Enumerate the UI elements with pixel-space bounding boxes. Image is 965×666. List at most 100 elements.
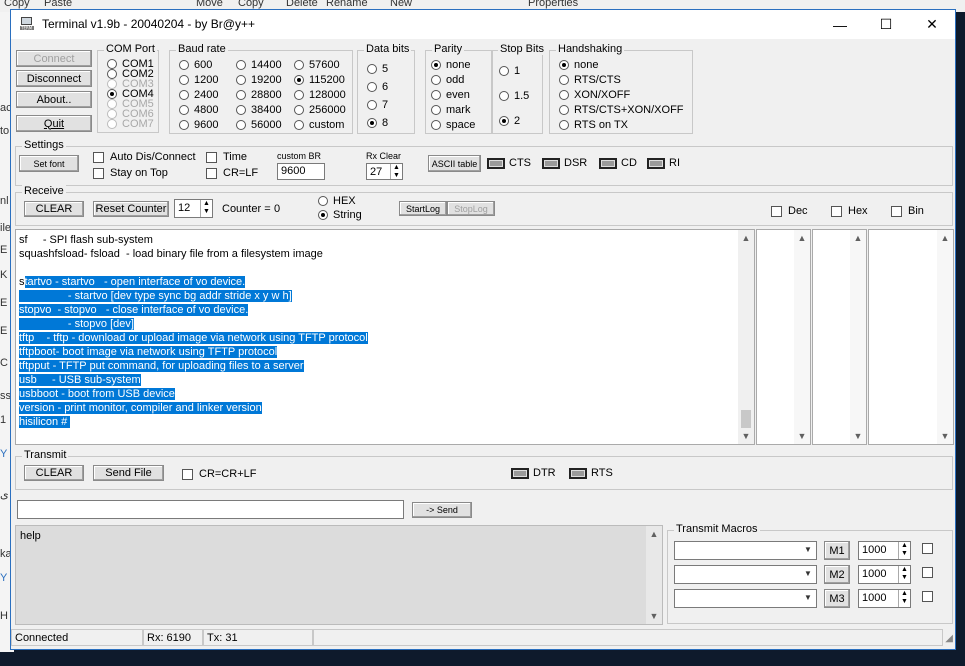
macro-combo-3[interactable]: ▼ — [674, 589, 817, 608]
baud-38400-radio[interactable]: 38400 — [236, 104, 282, 116]
resize-grip-icon[interactable]: ◢ — [945, 633, 953, 644]
baud-9600-radio[interactable]: 9600 — [179, 119, 218, 131]
maximize-button[interactable]: ☐ — [863, 10, 909, 39]
handshake-rtscts-radio[interactable]: RTS/CTS — [559, 74, 621, 86]
macro-repeat-checkbox-2[interactable] — [922, 567, 939, 578]
scroll-up-icon[interactable]: ▲ — [794, 230, 810, 246]
data-bits-7-radio[interactable]: 7 — [367, 99, 388, 111]
macro-m1-button[interactable]: M1 — [824, 541, 850, 560]
scroll-up-icon[interactable]: ▲ — [937, 230, 953, 246]
quit-button[interactable]: Quit — [16, 115, 92, 132]
time-checkbox[interactable]: Time — [206, 151, 247, 163]
history-scrollbar[interactable]: ▲ ▼ — [646, 526, 662, 624]
receive-terminal[interactable]: sf - SPI flash sub-system squashfsload- f… — [15, 229, 755, 445]
baud-600-radio[interactable]: 600 — [179, 59, 212, 71]
macro-m3-button[interactable]: M3 — [824, 589, 850, 608]
baud-4800-radio[interactable]: 4800 — [179, 104, 218, 116]
parity-none-radio[interactable]: none — [431, 59, 470, 71]
scroll-down-icon[interactable]: ▼ — [794, 428, 810, 444]
transmit-input[interactable] — [17, 500, 404, 519]
macro-delay-3[interactable]: 1000 ▲ ▼ — [858, 589, 911, 608]
history-item[interactable]: help — [20, 530, 41, 542]
send-file-button[interactable]: Send File — [93, 465, 164, 481]
baud-128000-radio[interactable]: 128000 — [294, 89, 346, 101]
stop-log-button[interactable]: StopLog — [447, 201, 495, 216]
baud-19200-radio[interactable]: 19200 — [236, 74, 282, 86]
close-button[interactable]: ✕ — [909, 10, 955, 39]
macro-repeat-checkbox-3[interactable] — [922, 591, 939, 602]
receive-scrollbar[interactable]: ▲ ▼ — [738, 230, 754, 444]
baud-1200-radio[interactable]: 1200 — [179, 74, 218, 86]
baud-115200-radio[interactable]: 115200 — [294, 74, 345, 86]
bin-checkbox[interactable]: Bin — [891, 205, 924, 217]
disconnect-button[interactable]: Disconnect — [16, 70, 92, 87]
cr-lf-checkbox[interactable]: CR=LF — [206, 167, 258, 179]
transmit-clear-button[interactable]: CLEAR — [24, 465, 84, 481]
receive-clear-button[interactable]: CLEAR — [24, 201, 84, 217]
spin-arrows-icon[interactable]: ▲ ▼ — [390, 164, 402, 179]
data-bits-5-radio[interactable]: 5 — [367, 63, 388, 75]
spin-arrows-icon[interactable]: ▲ ▼ — [200, 200, 212, 217]
macro-repeat-checkbox-1[interactable] — [922, 543, 939, 554]
scroll-up-icon[interactable]: ▲ — [738, 230, 754, 246]
stop-bits-1-radio[interactable]: 1 — [499, 65, 520, 77]
handshake-rts-on-tx-radio[interactable]: RTS on TX — [559, 119, 628, 131]
parity-space-radio[interactable]: space — [431, 119, 475, 131]
scroll-thumb[interactable] — [741, 410, 751, 428]
hex-radio[interactable]: HEX — [318, 195, 356, 207]
com7-radio[interactable]: COM7 — [107, 118, 154, 130]
macro-delay-1[interactable]: 1000 ▲ ▼ — [858, 541, 911, 560]
spin-arrows-icon[interactable]: ▲ ▼ — [898, 590, 910, 607]
baud-28800-radio[interactable]: 28800 — [236, 89, 282, 101]
custom-br-input[interactable]: 9600 — [277, 163, 325, 180]
macro-delay-2[interactable]: 1000 ▲ ▼ — [858, 565, 911, 584]
start-log-button[interactable]: StartLog — [399, 201, 447, 216]
baud-57600-radio[interactable]: 57600 — [294, 59, 340, 71]
bin-pane[interactable]: ▲ ▼ — [868, 229, 954, 445]
cr-crlf-checkbox[interactable]: CR=CR+LF — [182, 468, 256, 480]
macro-combo-1[interactable]: ▼ — [674, 541, 817, 560]
data-bits-8-radio[interactable]: 8 — [367, 117, 388, 129]
parity-mark-radio[interactable]: mark — [431, 104, 470, 116]
baud-custom-radio[interactable]: custom — [294, 119, 344, 131]
dec-pane[interactable]: ▲ ▼ — [756, 229, 811, 445]
parity-even-radio[interactable]: even — [431, 89, 470, 101]
dtr-toggle[interactable]: DTR — [511, 467, 556, 479]
auto-disconnect-checkbox[interactable]: Auto Dis/Connect — [93, 151, 196, 163]
baud-256000-radio[interactable]: 256000 — [294, 104, 346, 116]
handshake-none-radio[interactable]: none — [559, 59, 598, 71]
string-radio[interactable]: String — [318, 209, 362, 221]
scroll-up-icon[interactable]: ▲ — [850, 230, 866, 246]
ascii-table-button[interactable]: ASCII table — [428, 155, 481, 172]
baud-14400-radio[interactable]: 14400 — [236, 59, 282, 71]
stay-on-top-checkbox[interactable]: Stay on Top — [93, 167, 168, 179]
macro-m2-button[interactable]: M2 — [824, 565, 850, 584]
baud-2400-radio[interactable]: 2400 — [179, 89, 218, 101]
stop-bits-1-5-radio[interactable]: 1.5 — [499, 90, 529, 102]
data-bits-6-radio[interactable]: 6 — [367, 81, 388, 93]
dec-checkbox[interactable]: Dec — [771, 205, 808, 217]
scroll-down-icon[interactable]: ▼ — [850, 428, 866, 444]
hex-checkbox[interactable]: Hex — [831, 205, 868, 217]
scroll-down-icon[interactable]: ▼ — [937, 428, 953, 444]
spin-arrows-icon[interactable]: ▲ ▼ — [898, 542, 910, 559]
scroll-up-icon[interactable]: ▲ — [646, 526, 662, 542]
transmit-history[interactable]: help ▲ ▼ — [15, 525, 663, 625]
send-button[interactable]: -> Send — [412, 502, 472, 518]
scroll-down-icon[interactable]: ▼ — [646, 608, 662, 624]
about-button[interactable]: About.. — [16, 91, 92, 108]
minimize-button[interactable]: — — [817, 10, 863, 39]
chevron-down-icon[interactable]: ▼ — [801, 543, 815, 557]
rts-toggle[interactable]: RTS — [569, 467, 613, 479]
chevron-down-icon[interactable]: ▼ — [801, 591, 815, 605]
stop-bits-2-radio[interactable]: 2 — [499, 115, 520, 127]
scroll-down-icon[interactable]: ▼ — [738, 428, 754, 444]
chevron-down-icon[interactable]: ▼ — [801, 567, 815, 581]
counter-spinner[interactable]: 12 ▲ ▼ — [174, 199, 213, 218]
connect-button[interactable]: Connect — [16, 50, 92, 67]
baud-56000-radio[interactable]: 56000 — [236, 119, 282, 131]
handshake-both-radio[interactable]: RTS/CTS+XON/XOFF — [559, 104, 684, 116]
handshake-xonxoff-radio[interactable]: XON/XOFF — [559, 89, 630, 101]
macro-combo-2[interactable]: ▼ — [674, 565, 817, 584]
reset-counter-button[interactable]: Reset Counter — [93, 201, 169, 217]
